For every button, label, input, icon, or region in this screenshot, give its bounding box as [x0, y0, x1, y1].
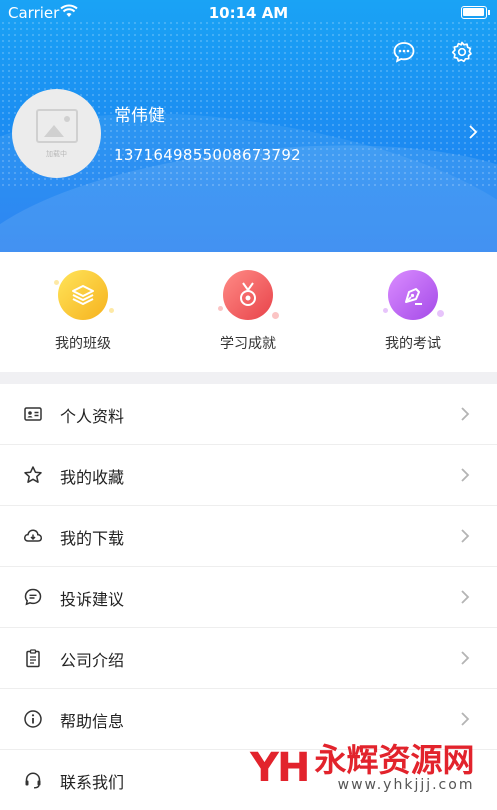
- menu-item-label: 联系我们: [60, 773, 125, 792]
- chevron-right-icon: [460, 650, 470, 670]
- avatar-loading-caption: 加载中: [46, 149, 67, 158]
- info-icon: [23, 709, 43, 729]
- watermark-mark: YH: [250, 745, 310, 791]
- headset-icon: [23, 770, 43, 790]
- menu-item-downloads[interactable]: 我的下载: [0, 506, 497, 567]
- watermark-title: 永辉资源网: [314, 741, 475, 779]
- pen-nib-icon: [383, 270, 444, 320]
- menu-item-label: 个人资料: [60, 407, 125, 426]
- menu-item-label: 我的下载: [60, 529, 125, 548]
- cloud-download-icon: [23, 526, 43, 546]
- clipboard-icon: [23, 648, 43, 668]
- menu-item-label: 投诉建议: [60, 590, 125, 609]
- menu-item-favorites[interactable]: 我的收藏: [0, 445, 497, 506]
- quick-action-my-class[interactable]: 我的班级: [23, 270, 143, 353]
- menu-item-company[interactable]: 公司介绍: [0, 628, 497, 689]
- user-name: 常伟健: [114, 106, 165, 126]
- profile-header: Carrier 10:14 AM 加载中 常伟健 137164985500867…: [0, 0, 497, 252]
- layers-icon: [54, 270, 114, 320]
- section-divider: [0, 372, 497, 384]
- chevron-right-icon: [460, 406, 470, 426]
- clock: 10:14 AM: [208, 4, 289, 22]
- user-id: 1371649855008673792: [114, 146, 302, 164]
- profile-chevron-right-icon[interactable]: [468, 124, 478, 144]
- chat-bubble-icon: [393, 42, 415, 63]
- id-card-icon: [23, 404, 43, 424]
- medal-icon: [218, 270, 279, 320]
- avatar[interactable]: 加载中: [12, 89, 101, 178]
- menu-item-profile[interactable]: 个人资料: [0, 384, 497, 445]
- watermark-url: www.yhkjjj.com: [337, 777, 475, 793]
- menu-item-label: 我的收藏: [60, 468, 125, 487]
- chevron-right-icon: [460, 528, 470, 548]
- menu-item-feedback[interactable]: 投诉建议: [0, 567, 497, 628]
- gear-icon: [451, 41, 472, 63]
- status-bar: Carrier 10:14 AM: [0, 0, 497, 26]
- image-placeholder-icon: [35, 108, 78, 143]
- chevron-right-icon: [460, 467, 470, 487]
- chat-icon: [23, 587, 43, 607]
- star-icon: [23, 465, 43, 485]
- menu-item-label: 公司介绍: [60, 651, 125, 670]
- chevron-right-icon: [460, 589, 470, 609]
- quick-action-label: 我的考试: [385, 336, 441, 352]
- battery-icon: [461, 6, 490, 19]
- chevron-right-icon: [460, 711, 470, 731]
- message-button[interactable]: [392, 40, 416, 64]
- watermark-logo: YH 永辉资源网 www.yhkjjj.com: [250, 740, 474, 796]
- quick-actions: 我的班级 学习成就 我的考试: [0, 252, 497, 372]
- quick-action-achievements[interactable]: 学习成就: [188, 270, 308, 353]
- quick-action-label: 学习成就: [220, 336, 276, 352]
- quick-action-label: 我的班级: [55, 336, 111, 352]
- menu-item-label: 帮助信息: [60, 712, 125, 731]
- quick-action-my-exams[interactable]: 我的考试: [353, 270, 473, 353]
- settings-button[interactable]: [450, 40, 474, 64]
